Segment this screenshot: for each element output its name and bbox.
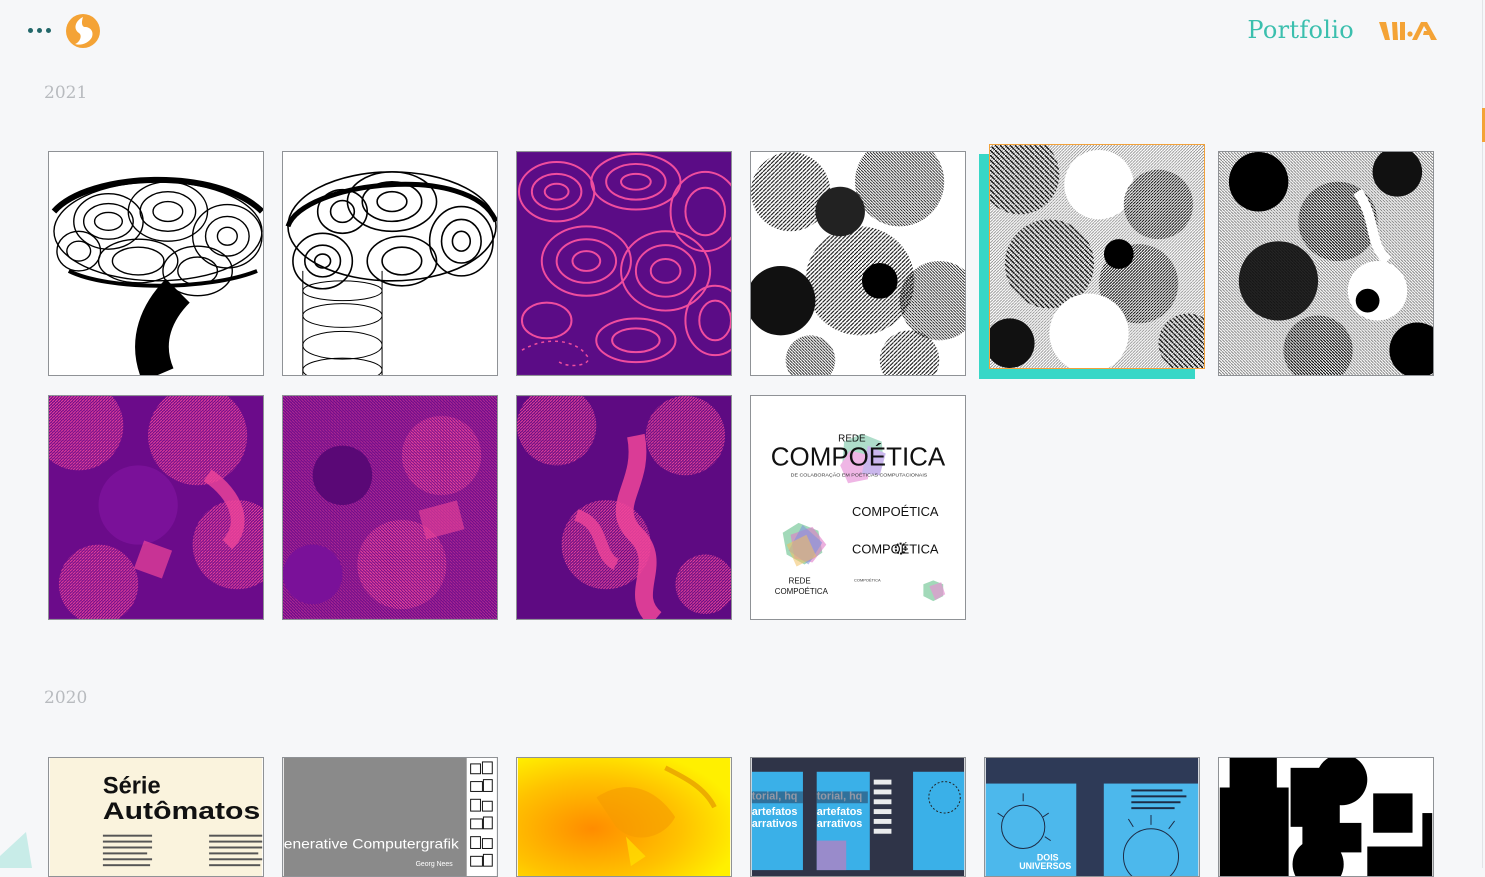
pink-texture-artwork-3	[517, 396, 731, 619]
serie-title-1: Série	[103, 773, 161, 799]
compoetica-mark-2: COMPOÉTICA	[852, 542, 939, 557]
spiral-tree-outline-artwork	[283, 152, 497, 375]
header: Portfolio	[0, 0, 1485, 62]
portfolio-tile[interactable]	[750, 151, 966, 376]
pink-swirls-artwork	[517, 152, 731, 375]
editorial-a-line-2: artefatos	[752, 806, 798, 818]
portfolio-tile[interactable]	[282, 151, 498, 376]
editorial-b-line-3: arrativos	[817, 818, 863, 830]
small-rede: REDE	[789, 576, 811, 585]
universos-label: UNIVERSOS	[1019, 861, 1071, 871]
portfolio-tile[interactable]	[516, 395, 732, 620]
corner-decoration	[0, 832, 32, 868]
portfolio-tile[interactable]	[48, 151, 264, 376]
editorial-b-line-2: artefatos	[817, 806, 863, 818]
pink-texture-artwork-2	[283, 396, 497, 619]
small-name: COMPOÉTICA	[775, 587, 829, 596]
black-shapes-artwork	[1219, 758, 1433, 876]
generative-title: enerative Computergrafik	[284, 836, 459, 851]
more-dots-icon[interactable]	[28, 24, 54, 36]
portfolio-tile[interactable]: torial, hq artefatos arrativos torial, h…	[750, 757, 966, 877]
compoetica-tiny: COMPOÉTICA	[854, 577, 881, 582]
spiral-tree-artwork	[49, 152, 263, 375]
pink-texture-artwork-1	[49, 396, 263, 619]
ylla-logo-icon[interactable]	[1379, 20, 1439, 42]
bw-texture-artwork-3	[1219, 152, 1433, 375]
portfolio-tile[interactable]: DOIS UNIVERSOS	[984, 757, 1200, 877]
bw-texture-artwork-2	[990, 145, 1204, 368]
portfolio-tile[interactable]	[282, 395, 498, 620]
year-heading-2020: 2020	[44, 688, 88, 708]
portfolio-tile[interactable]	[48, 395, 264, 620]
serie-title-2: Autômatos	[103, 799, 260, 825]
editorial-a-line-3: arrativos	[752, 818, 798, 830]
portfolio-tile[interactable]: enerative Computergrafik Georg Nees	[282, 757, 498, 877]
editorial-hq-artwork: torial, hq artefatos arrativos torial, h…	[751, 758, 965, 876]
compoetica-subtitle: DE COLABORAÇÃO EM POÉTICAS COMPUTACIONAI…	[791, 471, 928, 478]
portfolio-tile[interactable]	[1218, 757, 1434, 877]
portfolio-tile[interactable]	[1218, 151, 1434, 376]
compoetica-mark-1: COMPOÉTICA	[852, 504, 939, 519]
generative-author: Georg Nees	[416, 861, 454, 868]
portfolio-link[interactable]: Portfolio	[1247, 16, 1354, 44]
bw-texture-artwork	[751, 152, 965, 375]
orange-yellow-artwork	[517, 758, 731, 876]
generative-computergrafik-artwork: enerative Computergrafik Georg Nees	[283, 758, 497, 876]
portfolio-tile[interactable]	[516, 151, 732, 376]
year-heading-2021: 2021	[44, 83, 88, 103]
compoetica-title: COMPOÉTICA	[771, 442, 946, 471]
dois-universos-artwork: DOIS UNIVERSOS	[985, 758, 1199, 876]
portfolio-tile-active[interactable]	[989, 144, 1205, 369]
portfolio-tile[interactable]: REDE COMPOÉTICA DE COLABORAÇÃO EM POÉTIC…	[750, 395, 966, 620]
logo-icon[interactable]	[65, 13, 101, 49]
serie-automatos-artwork: Série Autômatos	[49, 758, 263, 876]
portfolio-tile[interactable]: Série Autômatos	[48, 757, 264, 877]
compoetica-artwork: REDE COMPOÉTICA DE COLABORAÇÃO EM POÉTIC…	[751, 396, 965, 619]
portfolio-tile[interactable]	[516, 757, 732, 877]
